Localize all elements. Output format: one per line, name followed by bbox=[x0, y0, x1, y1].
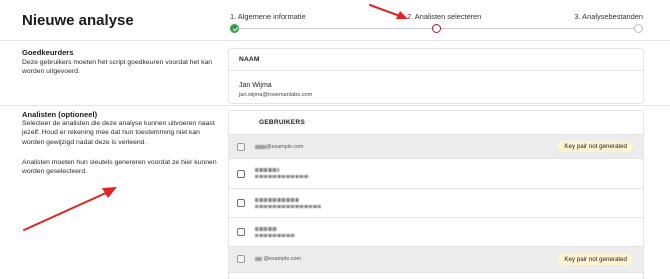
step-1-complete-icon[interactable] bbox=[230, 24, 239, 33]
row-email: @example.com bbox=[263, 256, 302, 262]
row-checkbox[interactable] bbox=[237, 143, 245, 151]
approver-email: jan.wijma@rosemanlabs.com bbox=[239, 92, 313, 98]
analysts-key-note: Analisten moeten hun sleutels genereren … bbox=[22, 159, 217, 176]
users-column-header: GEBRUIKERS bbox=[259, 119, 305, 126]
approvers-column-header: NAAM bbox=[229, 49, 643, 71]
table-row: @example.com Key pair not generated bbox=[229, 246, 643, 272]
step-3-upcoming-icon[interactable] bbox=[634, 24, 643, 33]
table-row[interactable] bbox=[229, 272, 643, 279]
step-label-2: 2. Analisten selecteren bbox=[407, 12, 482, 21]
redacted-email bbox=[255, 234, 295, 237]
redacted-email bbox=[255, 205, 321, 208]
redacted-name bbox=[255, 227, 277, 231]
step-label-3: 3. Analysebestanden bbox=[574, 12, 643, 21]
row-checkbox[interactable] bbox=[237, 170, 245, 178]
row-checkbox[interactable] bbox=[237, 199, 245, 207]
analysts-table: GEBRUIKERS @example.com Key pair not gen… bbox=[228, 110, 644, 279]
analysts-title: Analisten (optioneel) bbox=[22, 110, 98, 119]
redacted-name bbox=[255, 168, 279, 172]
redacted-text bbox=[255, 144, 266, 149]
key-pair-status-badge: Key pair not generated bbox=[558, 254, 633, 265]
row-checkbox[interactable] bbox=[237, 255, 245, 263]
redacted-text bbox=[255, 256, 262, 261]
annotation-arrow-icon bbox=[369, 4, 408, 19]
page-title: Nieuwe analyse bbox=[22, 12, 134, 29]
section-divider bbox=[0, 105, 670, 106]
table-row[interactable] bbox=[229, 158, 643, 188]
row-checkbox[interactable] bbox=[237, 228, 245, 236]
annotation-arrow-icon bbox=[23, 187, 117, 231]
table-row[interactable] bbox=[229, 217, 643, 246]
table-row: @example.com Key pair not generated bbox=[229, 134, 643, 158]
header-divider bbox=[0, 40, 670, 41]
approvers-card: NAAM Jan Wijma jan.wijma@rosemanlabs.com bbox=[228, 48, 644, 104]
approvers-title: Goedkeurders bbox=[22, 48, 74, 57]
row-email: @example.com bbox=[266, 144, 304, 150]
approver-name: Jan Wijma bbox=[239, 82, 272, 89]
analysts-description: Selecteer de analisten die deze analyse … bbox=[22, 120, 215, 146]
progress-stepper: 1. Algemene informatie 2. Analisten sele… bbox=[230, 12, 643, 34]
step-label-1: 1. Algemene informatie bbox=[230, 12, 306, 21]
redacted-email bbox=[255, 175, 309, 178]
redacted-name bbox=[255, 198, 299, 202]
table-row[interactable] bbox=[229, 188, 643, 217]
key-pair-status-badge: Key pair not generated bbox=[558, 141, 633, 152]
step-2-active-icon[interactable] bbox=[432, 24, 441, 33]
approvers-description: Deze gebruikers moeten het script goedke… bbox=[22, 59, 213, 76]
